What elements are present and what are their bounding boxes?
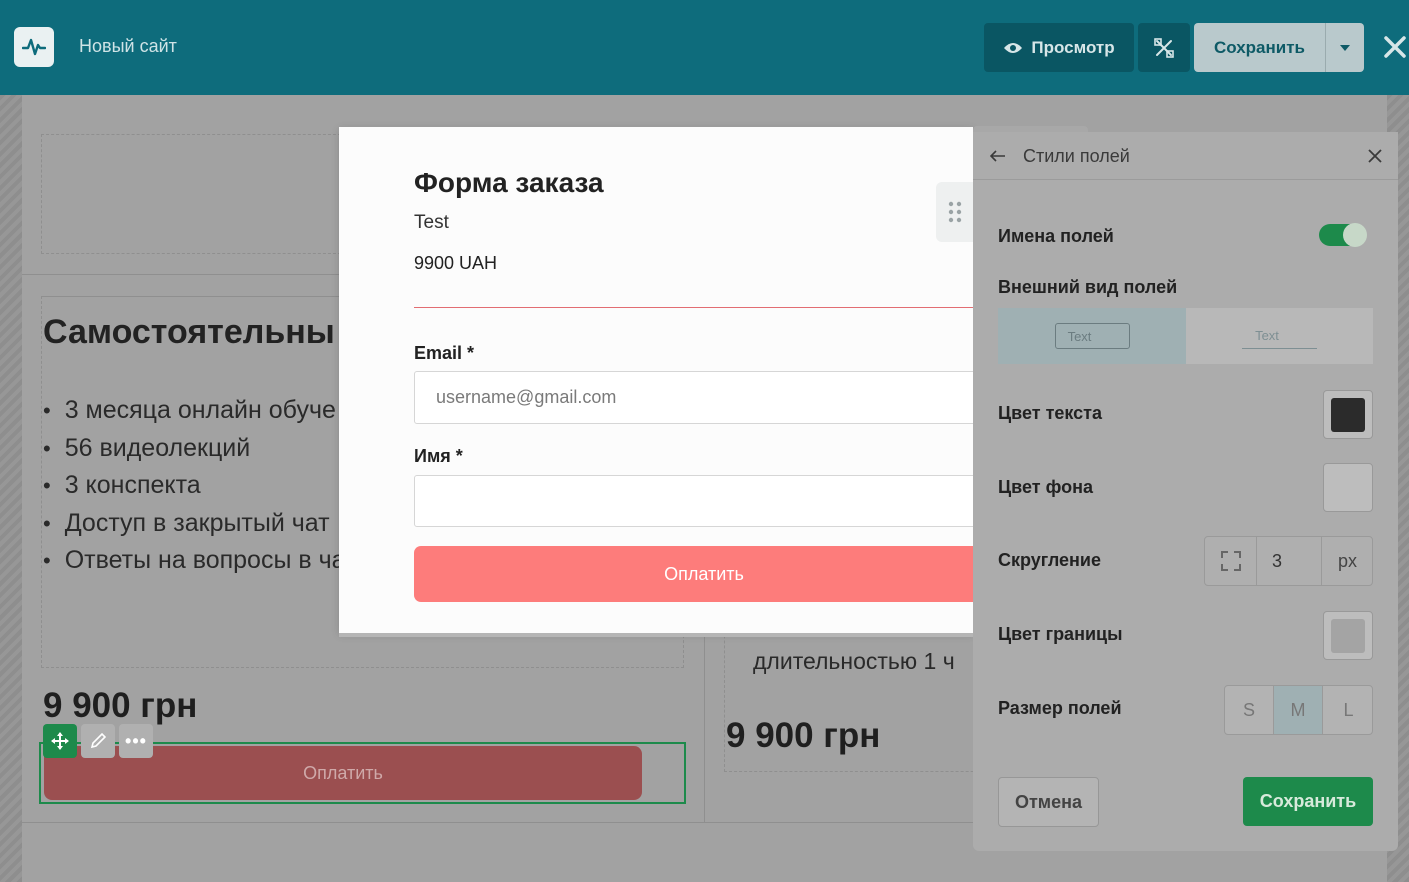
move-icon[interactable] [43,724,77,758]
appearance-preview: Text [1242,323,1317,349]
text-color-label: Цвет текста [998,403,1103,423]
modal-title: Форма заказа [414,167,604,198]
tools-button[interactable] [1138,23,1190,72]
list-item: 56 видеолекций [43,430,346,468]
card-price: 9 900 грн [43,686,198,725]
radius-label: Скругление [998,550,1101,570]
eye-icon [1004,42,1023,53]
radius-unit[interactable]: px [1321,537,1373,585]
name-field[interactable] [414,475,973,527]
modal-shadow [339,633,973,637]
save-top-label: Сохранить [1213,37,1306,57]
appearance-preview: Text [1054,323,1130,349]
preview-button[interactable]: Просмотр [984,23,1134,72]
save-button[interactable]: Сохранить [1243,777,1373,826]
feature-list: 3 месяца онлайн обуче 56 видеолекций 3 к… [43,392,346,580]
list-item: Ответы на вопросы в ча [43,542,346,580]
radius-input[interactable]: 3 [1258,537,1321,585]
size-label: Размер полей [998,698,1122,718]
appearance-label: Внешний вид полей [998,277,1178,297]
appearance-options: Text Text [998,308,1373,364]
field-names-label: Имена полей [998,226,1114,246]
size-option-s[interactable]: S [1225,686,1274,734]
size-option-l[interactable]: L [1324,686,1372,734]
preview-label: Просмотр [1031,37,1115,57]
corners-icon[interactable] [1205,537,1257,585]
email-field[interactable] [414,371,973,424]
site-title: Новый сайт [79,36,177,56]
card-title: Самостоятельны [43,313,335,351]
chevron-down-icon[interactable] [1326,23,1364,72]
canvas-edge-left [0,95,22,882]
list-item: Доступ в закрытый чат [43,505,346,543]
list-item: 3 месяца онлайн обуче [43,392,346,430]
divider [22,274,342,275]
appearance-underline-option[interactable]: Text [1186,308,1373,364]
save-top-button[interactable]: Сохранить [1194,23,1364,72]
pulse-icon[interactable] [14,27,54,67]
field-names-toggle[interactable] [1319,223,1367,247]
size-selector: S M L [1224,685,1373,735]
more-icon[interactable]: ••• [119,724,153,758]
panel-title: Стили полей [1023,146,1130,166]
close-icon[interactable] [1378,30,1409,64]
card-price-right: 9 900 грн [726,716,881,755]
list-item: 3 конспекта [43,467,346,505]
order-form-modal: Форма заказа Test 9900 UAH Email * Имя *… [339,127,973,633]
close-icon[interactable] [1364,145,1386,167]
pay-button[interactable]: Оплатить [414,546,973,602]
appearance-outlined-option[interactable]: Text [998,308,1186,364]
color-swatch [1331,618,1365,653]
tools-icon [1154,37,1174,58]
field-styles-panel: Стили полей Имена полей Внешний вид поле… [973,132,1398,851]
top-bar: Новый сайт Просмотр Сохранить [0,0,1409,95]
placeholder-block[interactable] [41,134,341,254]
card-description: длительностью 1 ч [753,648,955,674]
color-swatch [1331,397,1365,432]
toggle-knob [1343,223,1367,247]
size-option-m[interactable]: M [1274,686,1323,734]
cancel-button[interactable]: Отмена [998,777,1099,827]
drag-handle-icon[interactable] [936,182,973,242]
divider [414,307,973,308]
name-label: Имя * [414,446,463,466]
text-color-picker[interactable] [1323,390,1373,439]
pencil-icon[interactable] [81,724,115,758]
color-swatch [1331,470,1365,505]
bg-color-label: Цвет фона [998,477,1093,497]
arrow-left-icon[interactable] [988,144,1008,168]
border-color-label: Цвет границы [998,624,1123,644]
product-name: Test [414,212,449,233]
email-label: Email * [414,343,475,363]
panel-header: Стили полей [973,132,1398,180]
divider [22,822,1022,823]
product-price: 9900 UAH [414,253,498,273]
radius-control: 3 px [1204,536,1373,586]
bg-color-picker[interactable] [1323,463,1373,512]
border-color-picker[interactable] [1323,611,1373,660]
